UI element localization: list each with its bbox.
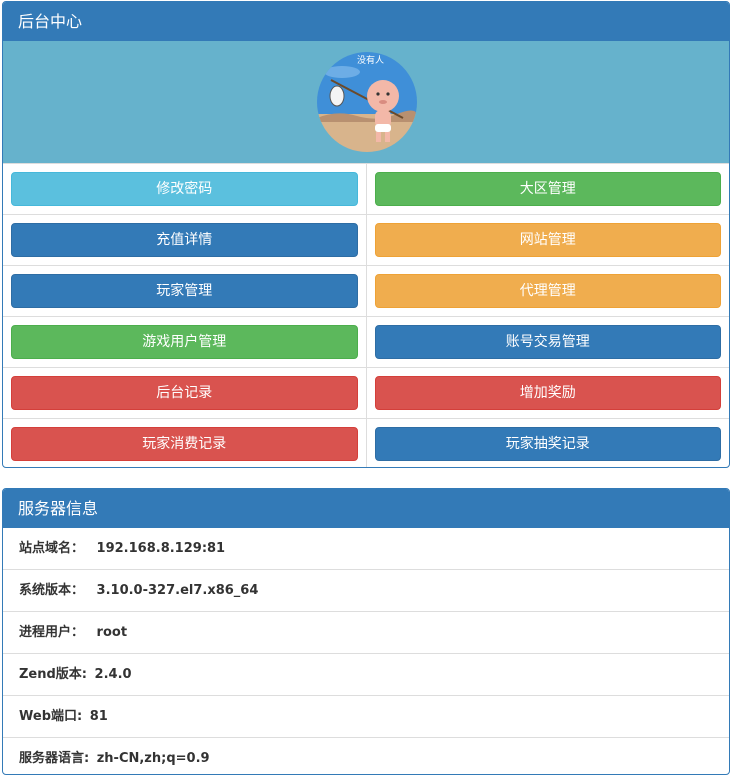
- website-management-button[interactable]: 网站管理: [374, 223, 721, 257]
- player-management-button[interactable]: 玩家管理: [11, 274, 358, 308]
- zend-version-value: 2.4.0: [94, 667, 132, 682]
- region-management-button[interactable]: 大区管理: [374, 172, 721, 206]
- cartoon-baby-traveler-icon: 没有人: [317, 52, 417, 152]
- system-version-label: 系统版本：: [19, 583, 85, 598]
- site-domain-label: 站点域名：: [19, 541, 85, 556]
- server-language-label: 服务器语言:: [19, 751, 90, 766]
- admin-button-grid: 修改密码 大区管理 充值详情 网站管理 玩家管理 代理管理 游戏用户管理 账号交…: [3, 164, 729, 467]
- zend-version-label: Zend版本:: [19, 667, 88, 682]
- zend-version-row: Zend版本: 2.4.0: [3, 653, 729, 695]
- server-info-list: 站点域名： 192.168.8.129:81 系统版本： 3.10.0-327.…: [3, 528, 729, 774]
- process-user-row: 进程用户： root: [3, 611, 729, 653]
- web-port-row: Web端口: 81: [3, 695, 729, 737]
- system-version-row: 系统版本： 3.10.0-327.el7.x86_64: [3, 569, 729, 611]
- process-user-value: root: [96, 625, 128, 640]
- web-port-label: Web端口:: [19, 709, 83, 724]
- site-domain-value: 192.168.8.129:81: [96, 541, 226, 556]
- agent-management-button[interactable]: 代理管理: [374, 274, 721, 308]
- web-port-value: 81: [89, 709, 108, 724]
- server-language-value: zh-CN,zh;q=0.9: [96, 751, 210, 766]
- process-user-label: 进程用户：: [19, 625, 85, 640]
- admin-log-button[interactable]: 后台记录: [11, 376, 358, 410]
- admin-center-panel: 后台中心 没有人 修改密码 大区管理 充值详情 网站管理 玩家管理 代理管理 游…: [2, 1, 730, 468]
- admin-center-title: 后台中心: [3, 2, 729, 41]
- server-info-title: 服务器信息: [3, 489, 729, 528]
- account-trade-management-button[interactable]: 账号交易管理: [374, 325, 721, 359]
- server-info-panel: 服务器信息 站点域名： 192.168.8.129:81 系统版本： 3.10.…: [2, 488, 730, 775]
- avatar-banner: 没有人: [3, 41, 729, 164]
- avatar: 没有人: [317, 52, 417, 152]
- system-version-value: 3.10.0-327.el7.x86_64: [96, 583, 259, 598]
- change-password-button[interactable]: 修改密码: [11, 172, 358, 206]
- player-spending-log-button[interactable]: 玩家消费记录: [11, 427, 358, 461]
- add-reward-button[interactable]: 增加奖励: [374, 376, 721, 410]
- game-user-management-button[interactable]: 游戏用户管理: [11, 325, 358, 359]
- player-lottery-log-button[interactable]: 玩家抽奖记录: [374, 427, 721, 461]
- site-domain-row: 站点域名： 192.168.8.129:81: [3, 528, 729, 569]
- avatar-caption: 没有人: [357, 54, 384, 66]
- server-language-row: 服务器语言: zh-CN,zh;q=0.9: [3, 737, 729, 774]
- recharge-details-button[interactable]: 充值详情: [11, 223, 358, 257]
